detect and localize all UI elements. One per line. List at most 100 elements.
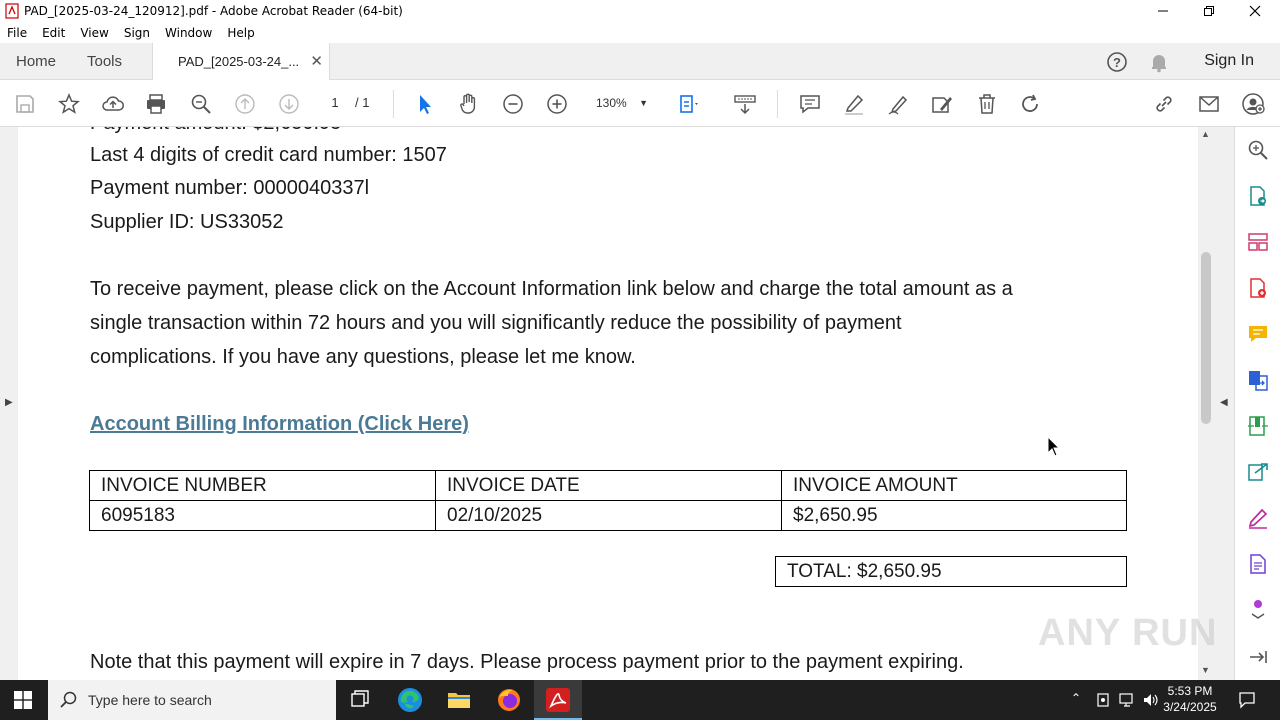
search-zoom-icon[interactable] bbox=[1246, 138, 1270, 162]
expand-left-panel-icon[interactable]: ▶ bbox=[5, 397, 13, 408]
document-viewport[interactable]: ▶ Payment amount: $2,650.95 Last 4 digit… bbox=[0, 127, 1234, 680]
total-amount-box: TOTAL: $2,650.95 bbox=[775, 556, 1127, 587]
arrow-up-circle-icon bbox=[235, 94, 255, 114]
select-tool-button[interactable] bbox=[413, 92, 437, 116]
sign-in-link[interactable]: Sign In bbox=[1204, 52, 1254, 70]
taskbar-clock[interactable]: 5:53 PM 3/24/2025 bbox=[1160, 683, 1220, 715]
table-header-cell: INVOICE AMOUNT bbox=[781, 470, 1127, 501]
svg-text:?: ? bbox=[1113, 55, 1121, 70]
next-page-button[interactable] bbox=[277, 92, 301, 116]
more-tools-icon[interactable] bbox=[1246, 595, 1270, 619]
send-for-review-icon[interactable] bbox=[1246, 460, 1270, 484]
scrollbar-thumb[interactable] bbox=[1201, 252, 1211, 424]
scrolling-mode-button[interactable] bbox=[733, 92, 757, 116]
menu-sign[interactable]: Sign bbox=[124, 26, 150, 40]
organize-pages-icon[interactable] bbox=[1246, 230, 1270, 254]
taskbar-search-box[interactable]: Type here to search bbox=[48, 680, 336, 720]
notifications-bell-icon[interactable] bbox=[1148, 51, 1170, 73]
share-upload-button[interactable] bbox=[101, 92, 125, 116]
restore-button[interactable] bbox=[1186, 0, 1232, 22]
windows-taskbar: Type here to search ⌃ 5:53 PM 3/24/2025 bbox=[0, 680, 1280, 720]
comment-panel-icon[interactable] bbox=[1246, 322, 1270, 346]
zoom-level-value: 130% bbox=[596, 96, 627, 110]
menu-file[interactable]: File bbox=[7, 26, 27, 40]
tab-bar: Home Tools PAD_[2025-03-24_... ✕ ? Sign … bbox=[0, 43, 1280, 80]
right-tools-panel bbox=[1234, 127, 1280, 680]
comment-icon bbox=[800, 95, 820, 114]
minimize-button[interactable] bbox=[1140, 0, 1186, 22]
windows-start-icon[interactable] bbox=[14, 691, 32, 709]
hand-tool-button[interactable] bbox=[457, 92, 481, 116]
collapse-right-panel-icon[interactable]: ◀ bbox=[1220, 397, 1228, 408]
close-icon bbox=[1249, 5, 1261, 17]
close-tab-icon[interactable]: ✕ bbox=[310, 52, 323, 70]
invoice-table: INVOICE NUMBER INVOICE DATE INVOICE AMOU… bbox=[89, 470, 1127, 531]
email-button[interactable] bbox=[1197, 92, 1221, 116]
pdf-page: Payment amount: $2,650.95 Last 4 digits … bbox=[18, 127, 1198, 680]
instructions-line-3: complications. If you have any questions… bbox=[90, 346, 636, 368]
rotate-button[interactable] bbox=[1018, 92, 1042, 116]
draw-button[interactable] bbox=[886, 92, 910, 116]
share-link-button[interactable] bbox=[1152, 92, 1176, 116]
upload-cloud-icon bbox=[102, 96, 124, 111]
network-icon[interactable] bbox=[1118, 692, 1136, 708]
menu-view[interactable]: View bbox=[80, 26, 108, 40]
mouse-cursor-icon bbox=[1047, 436, 1061, 457]
scroll-down-icon[interactable]: ▼ bbox=[1201, 665, 1210, 675]
supplier-id-line: Supplier ID: US33052 bbox=[90, 211, 284, 233]
help-icon[interactable]: ? bbox=[1106, 51, 1128, 73]
payment-number-line: Payment number: 0000040337l bbox=[90, 177, 370, 199]
print-button[interactable] bbox=[144, 92, 168, 116]
fill-sign-button[interactable] bbox=[930, 92, 954, 116]
page-layout-button[interactable] bbox=[678, 92, 702, 116]
zoom-level-select[interactable]: 130% ▼ bbox=[588, 92, 658, 114]
bookmark-star-button[interactable] bbox=[57, 92, 81, 116]
highlight-button[interactable] bbox=[842, 92, 866, 116]
chevron-down-icon: ▼ bbox=[639, 98, 648, 108]
protect-pdf-icon[interactable] bbox=[1246, 552, 1270, 576]
compress-pdf-icon[interactable] bbox=[1246, 414, 1270, 438]
previous-page-button[interactable] bbox=[233, 92, 257, 116]
tab-document[interactable]: PAD_[2025-03-24_... ✕ bbox=[152, 43, 330, 80]
anyrun-watermark: ANY RUN bbox=[1038, 612, 1218, 654]
tab-tools[interactable]: Tools bbox=[87, 53, 122, 70]
file-explorer-icon[interactable] bbox=[445, 686, 473, 714]
menu-edit[interactable]: Edit bbox=[42, 26, 65, 40]
export-pdf-icon[interactable] bbox=[1246, 184, 1270, 208]
tab-home[interactable]: Home bbox=[16, 53, 56, 70]
edge-browser-icon[interactable] bbox=[396, 686, 424, 714]
delete-button[interactable] bbox=[975, 92, 999, 116]
combine-files-icon[interactable] bbox=[1246, 368, 1270, 392]
restore-icon bbox=[1204, 6, 1214, 16]
arrow-down-circle-icon bbox=[279, 94, 299, 114]
zoom-in-button[interactable] bbox=[545, 92, 569, 116]
notification-center-icon[interactable] bbox=[1238, 691, 1256, 709]
close-button[interactable] bbox=[1232, 0, 1278, 22]
account-billing-link[interactable]: Account Billing Information (Click Here) bbox=[90, 413, 469, 436]
firefox-icon[interactable] bbox=[495, 686, 523, 714]
volume-icon[interactable] bbox=[1142, 692, 1160, 708]
tray-chevron-up-icon[interactable]: ⌃ bbox=[1071, 691, 1081, 705]
zoom-out-button[interactable] bbox=[501, 92, 525, 116]
table-header-cell: INVOICE DATE bbox=[435, 470, 782, 501]
expand-panel-icon[interactable] bbox=[1246, 645, 1270, 669]
fill-sign-panel-icon[interactable] bbox=[1246, 506, 1270, 530]
menu-window[interactable]: Window bbox=[165, 26, 212, 40]
find-text-button[interactable] bbox=[189, 92, 213, 116]
clock-date: 3/24/2025 bbox=[1163, 700, 1217, 714]
scroll-up-icon[interactable]: ▲ bbox=[1201, 129, 1210, 139]
page-number-input[interactable]: 1 bbox=[318, 92, 352, 114]
toolbar-divider bbox=[777, 90, 778, 118]
vertical-scrollbar[interactable]: ▲ ▼ bbox=[1198, 127, 1214, 680]
device-icon[interactable] bbox=[1095, 692, 1111, 708]
save-button[interactable] bbox=[13, 92, 37, 116]
create-pdf-icon[interactable] bbox=[1246, 276, 1270, 300]
task-view-icon[interactable] bbox=[346, 686, 374, 714]
taskbar-acrobat-active[interactable] bbox=[534, 680, 582, 720]
table-row: 6095183 02/10/2025 $2,650.95 bbox=[89, 500, 1127, 531]
add-comment-button[interactable] bbox=[798, 92, 822, 116]
menu-help[interactable]: Help bbox=[227, 26, 254, 40]
share-people-button[interactable] bbox=[1241, 92, 1265, 116]
window-title: PAD_[2025-03-24_120912].pdf - Adobe Acro… bbox=[24, 4, 403, 18]
acrobat-app-icon bbox=[5, 3, 19, 19]
